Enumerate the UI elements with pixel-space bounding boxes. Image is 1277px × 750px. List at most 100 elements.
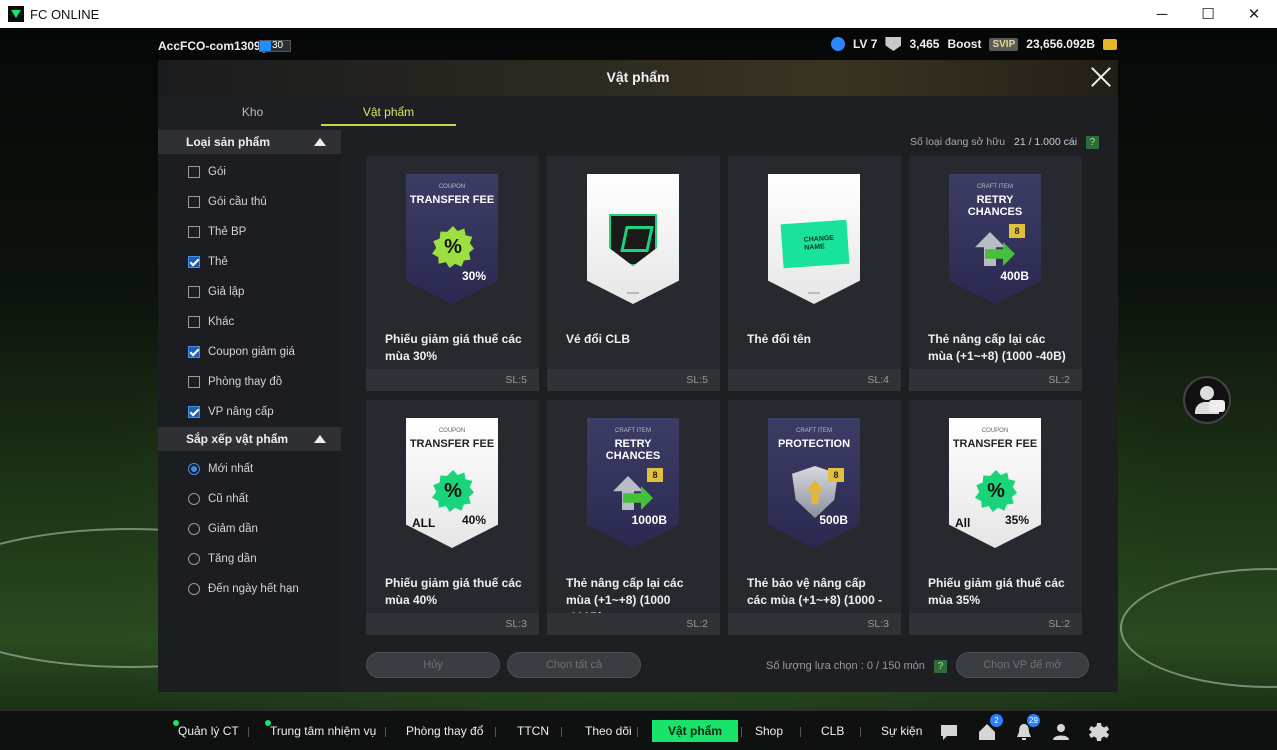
nav-separator bbox=[860, 727, 861, 737]
sort-option[interactable]: Đến ngày hết hạn bbox=[158, 574, 341, 604]
tab-vat-pham[interactable]: Vật phẩm bbox=[321, 100, 456, 126]
open-selected-button[interactable]: Chọn VP để mở bbox=[956, 652, 1089, 678]
card-subtitle: COUPON bbox=[981, 428, 1009, 434]
filter-option[interactable]: Thẻ BP bbox=[158, 217, 341, 247]
home-icon[interactable]: 2 bbox=[976, 714, 1003, 743]
help-icon[interactable]: ? bbox=[1085, 136, 1099, 149]
radio-button[interactable] bbox=[188, 523, 200, 535]
close-icon[interactable] bbox=[1090, 66, 1112, 88]
item-card-art: COUPON TRANSFER FEE% All 35% bbox=[949, 418, 1041, 548]
item-name: Thẻ bảo vệ nâng cấp các mùa (+1~+8) (100… bbox=[747, 576, 883, 607]
checkbox[interactable] bbox=[188, 346, 200, 358]
profile-icon[interactable] bbox=[1050, 721, 1072, 743]
sort-option[interactable]: Tăng dần bbox=[158, 544, 341, 574]
cancel-button[interactable]: Hủy bbox=[366, 652, 500, 678]
all-class-label: ALL bbox=[412, 516, 436, 530]
pitch-arc bbox=[1120, 568, 1277, 688]
checkbox[interactable] bbox=[188, 286, 200, 298]
radio-button[interactable] bbox=[188, 583, 200, 595]
item-name: Phiếu giảm giá thuế các mùa 35% bbox=[928, 576, 1065, 607]
item-card[interactable]: COUPON TRANSFER FEE% All 35% Phiếu giảm giá … bbox=[909, 400, 1082, 635]
sort-option-label: Tăng dần bbox=[208, 553, 257, 565]
nav-item[interactable]: Vật phẩm bbox=[652, 720, 739, 742]
card-value-badge: 400B bbox=[1000, 269, 1029, 283]
filter-list: Gói Gói cầu thủ Thẻ BP Thẻ Giả lập Khác Coupon… bbox=[158, 154, 341, 427]
checkbox[interactable] bbox=[188, 406, 200, 418]
close-window-button[interactable]: ✕ bbox=[1231, 0, 1277, 28]
minimize-button[interactable]: ─ bbox=[1139, 0, 1185, 28]
filter-option[interactable]: Gói cầu thủ bbox=[158, 187, 341, 217]
nav-item[interactable]: Shop bbox=[755, 723, 783, 743]
item-card[interactable]: CRAFT ITEM RETRY CHANCES 8 1000B Thẻ nâng cấ… bbox=[547, 400, 720, 635]
nav-item[interactable]: TTCN bbox=[517, 723, 549, 743]
friends-chat-widget[interactable] bbox=[1183, 376, 1231, 424]
item-quantity: SL:4 bbox=[728, 369, 901, 391]
nav-item[interactable]: Phòng thay đổ bbox=[406, 723, 483, 743]
level-tag: 8 bbox=[828, 468, 844, 482]
filter-option[interactable]: VP nâng cấp bbox=[158, 397, 341, 427]
level-icon bbox=[830, 37, 845, 51]
nav-item[interactable]: Trung tâm nhiệm vụ bbox=[265, 720, 376, 743]
notification-dot-icon bbox=[265, 720, 271, 726]
tab-kho[interactable]: Kho bbox=[185, 100, 320, 126]
radio-button[interactable] bbox=[188, 463, 200, 475]
item-card[interactable]: COUPON TRANSFER FEE% 30% Phiếu giảm giá thu… bbox=[366, 156, 539, 391]
filter-option[interactable]: Thẻ bbox=[158, 247, 341, 277]
item-name: Thẻ nâng cấp lại các mùa (+1~+8) (1000 -… bbox=[928, 332, 1066, 363]
nav-item[interactable]: CLB bbox=[821, 723, 844, 743]
team-ovr-icon bbox=[885, 37, 902, 51]
filter-option-label: Phòng thay đồ bbox=[208, 376, 283, 388]
help-icon[interactable]: ? bbox=[933, 660, 947, 673]
sort-option[interactable]: Cũ nhất bbox=[158, 484, 341, 514]
boost-label[interactable]: Boost bbox=[947, 37, 981, 51]
filter-option[interactable]: Giả lập bbox=[158, 277, 341, 307]
checkbox[interactable] bbox=[188, 316, 200, 328]
settings-icon[interactable] bbox=[1088, 721, 1110, 743]
item-card[interactable]: CHANGE NAME Thẻ đổi tên SL:4 bbox=[728, 156, 901, 391]
card-subtitle: CRAFT ITEM bbox=[796, 428, 832, 434]
radio-button[interactable] bbox=[188, 553, 200, 565]
up-arrow-icon bbox=[613, 476, 643, 510]
nav-item[interactable]: Quản lý CT bbox=[173, 720, 239, 743]
maximize-button[interactable]: ☐ bbox=[1185, 0, 1231, 28]
checkbox[interactable] bbox=[188, 166, 200, 178]
item-quantity: SL:2 bbox=[909, 613, 1082, 635]
filter-option[interactable]: Phòng thay đồ bbox=[158, 367, 341, 397]
items-panel: Vật phẩm Kho Vật phẩm Loại sản phẩm Gói G… bbox=[158, 60, 1118, 692]
filter-option[interactable]: Coupon giảm giá bbox=[158, 337, 341, 367]
item-name: Thẻ đổi tên bbox=[747, 332, 811, 346]
nav-item[interactable]: Sự kiện bbox=[881, 723, 922, 743]
select-all-button[interactable]: Chọn tất cả bbox=[507, 652, 641, 678]
checkbox[interactable] bbox=[188, 226, 200, 238]
sort-option[interactable]: Mới nhất bbox=[158, 454, 341, 484]
nav-separator bbox=[800, 727, 801, 737]
notification-dot-icon bbox=[173, 720, 179, 726]
window-controls: ─ ☐ ✕ bbox=[1139, 0, 1277, 28]
radio-button[interactable] bbox=[188, 493, 200, 505]
item-card[interactable]: CRAFT ITEM PROTECTION 8 500B Thẻ bảo vệ nâng… bbox=[728, 400, 901, 635]
person-head-icon bbox=[1200, 386, 1214, 400]
card-value-badge: 40% bbox=[461, 513, 486, 527]
sort-option[interactable]: Giảm dần bbox=[158, 514, 341, 544]
sort-section-header[interactable]: Sắp xếp vật phẩm bbox=[158, 427, 341, 451]
nav-item-label: CLB bbox=[821, 724, 845, 738]
filter-option-label: Coupon giảm giá bbox=[208, 346, 295, 358]
checkbox[interactable] bbox=[188, 376, 200, 388]
chat-icon[interactable] bbox=[938, 721, 960, 743]
item-card[interactable]: Vé đổi CLB SL:5 bbox=[547, 156, 720, 391]
checkbox[interactable] bbox=[188, 256, 200, 268]
filter-option[interactable]: Gói bbox=[158, 157, 341, 187]
checkbox[interactable] bbox=[188, 196, 200, 208]
coin-icon bbox=[1103, 38, 1117, 50]
ticket-text: CHANGE NAME bbox=[803, 234, 835, 252]
bell-icon[interactable]: 29 bbox=[1013, 714, 1040, 743]
nav-item-label: Phòng thay đổ bbox=[406, 724, 484, 738]
item-card[interactable]: COUPON TRANSFER FEE% ALL 40% Phiếu giảm giá … bbox=[366, 400, 539, 635]
nav-item[interactable]: Theo dõi bbox=[585, 723, 632, 743]
selection-count: Số lượng lựa chọn : 0 / 150 món ? bbox=[766, 660, 947, 673]
filter-section-header[interactable]: Loại sản phẩm bbox=[158, 130, 341, 154]
item-card[interactable]: CRAFT ITEM RETRY CHANCES 8 400B Thẻ nâng cấp… bbox=[909, 156, 1082, 391]
nav-item-label: Vật phẩm bbox=[668, 724, 723, 738]
card-value-badge: 35% bbox=[1004, 513, 1029, 527]
filter-option[interactable]: Khác bbox=[158, 307, 341, 337]
